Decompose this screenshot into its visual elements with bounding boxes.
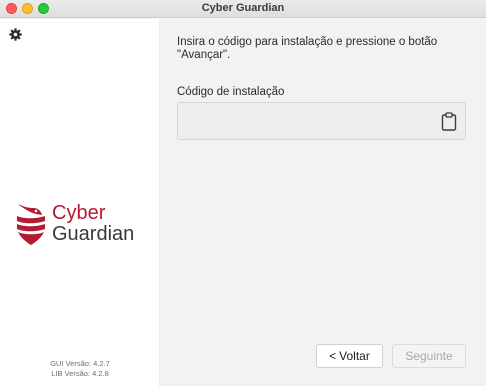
gear-icon[interactable] — [9, 28, 22, 41]
title-bar: Cyber Guardian — [0, 0, 486, 18]
next-button[interactable]: Seguinte — [392, 344, 466, 368]
next-button-label: Seguinte — [405, 349, 453, 363]
lib-version: LIB Versão: 4.2.8 — [51, 369, 109, 378]
back-button[interactable]: < Voltar — [316, 344, 383, 368]
sidebar: Cyber Guardian GUI Versão: 4.2.7 LIB Ver… — [0, 19, 160, 386]
window-title: Cyber Guardian — [201, 2, 285, 14]
gui-version: GUI Versão: 4.2.7 — [50, 359, 110, 368]
brand: Cyber Guardian — [14, 200, 154, 250]
app-window: Cyber Guardian Cyber Guardian GUI Versão… — [0, 0, 486, 386]
main-content: Insira o código para instalação e pressi… — [161, 19, 486, 386]
brand-name-line2: Guardian — [52, 223, 135, 245]
back-button-label: Voltar — [339, 349, 370, 363]
eagle-shield-logo — [17, 204, 45, 245]
clipboard-icon[interactable] — [441, 112, 457, 131]
installation-code-label: Código de instalação — [177, 86, 285, 98]
instruction-text: Insira o código para instalação e pressi… — [177, 36, 438, 61]
version-info: GUI Versão: 4.2.7 LIB Versão: 4.2.8 — [0, 359, 160, 379]
chevron-left-icon: < — [329, 349, 337, 363]
brand-name-line1: Cyber — [52, 202, 106, 224]
installation-code-field[interactable] — [177, 102, 466, 140]
